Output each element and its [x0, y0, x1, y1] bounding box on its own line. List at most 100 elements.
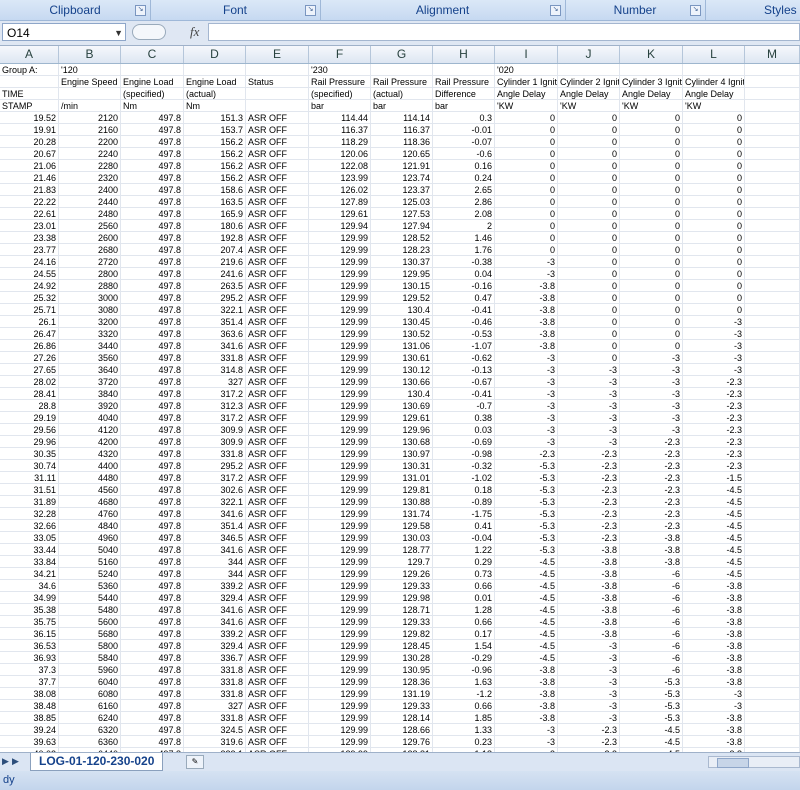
cell[interactable]: 4560 — [59, 484, 121, 496]
cell[interactable]: 'KW — [683, 100, 745, 112]
cell[interactable]: ASR OFF — [246, 496, 309, 508]
cell[interactable]: -6 — [620, 592, 683, 604]
cell[interactable]: 31.11 — [0, 472, 59, 484]
cell[interactable]: 128.45 — [371, 640, 433, 652]
cell[interactable]: ASR OFF — [246, 184, 309, 196]
cell[interactable]: -1.07 — [433, 340, 495, 352]
cell[interactable]: 129.99 — [309, 448, 371, 460]
cell[interactable]: 497.8 — [121, 352, 184, 364]
cell[interactable]: ASR OFF — [246, 628, 309, 640]
cell[interactable]: 20.67 — [0, 148, 59, 160]
cell[interactable]: -4.5 — [495, 604, 558, 616]
cell[interactable] — [745, 148, 800, 160]
column-header-h[interactable]: H — [433, 46, 495, 63]
cell[interactable] — [745, 616, 800, 628]
cell[interactable]: 497.8 — [121, 424, 184, 436]
cell[interactable] — [0, 76, 59, 88]
cell[interactable]: 317.2 — [184, 388, 246, 400]
cell[interactable] — [620, 64, 683, 76]
cell[interactable]: 129.99 — [309, 736, 371, 748]
cell[interactable]: ASR OFF — [246, 736, 309, 748]
cell[interactable]: 0.38 — [433, 412, 495, 424]
cell[interactable]: -3 — [558, 688, 620, 700]
cell[interactable]: 497.8 — [121, 616, 184, 628]
cell[interactable]: 130.4 — [371, 304, 433, 316]
cell[interactable]: -4.5 — [683, 556, 745, 568]
cell[interactable]: 0 — [558, 304, 620, 316]
cell[interactable]: 129.99 — [309, 484, 371, 496]
cell[interactable]: 0 — [683, 268, 745, 280]
cell[interactable]: -3.8 — [558, 604, 620, 616]
cell[interactable]: 23.38 — [0, 232, 59, 244]
cell[interactable]: 0 — [495, 136, 558, 148]
cell[interactable]: 329.4 — [184, 640, 246, 652]
cell[interactable]: 2160 — [59, 124, 121, 136]
cell[interactable]: -3 — [495, 352, 558, 364]
cell[interactable]: 497.8 — [121, 268, 184, 280]
cell[interactable]: -1.75 — [433, 508, 495, 520]
cell[interactable]: Difference — [433, 88, 495, 100]
cell[interactable] — [745, 688, 800, 700]
cell[interactable]: -3 — [495, 376, 558, 388]
cell[interactable]: '230 — [309, 64, 371, 76]
cell[interactable]: 497.8 — [121, 196, 184, 208]
cell[interactable]: ASR OFF — [246, 676, 309, 688]
cell[interactable]: 29.19 — [0, 412, 59, 424]
cell[interactable]: 1.28 — [433, 604, 495, 616]
cell[interactable]: 324.5 — [184, 724, 246, 736]
cell[interactable]: 129.99 — [309, 520, 371, 532]
cell[interactable]: ASR OFF — [246, 640, 309, 652]
cell[interactable]: -3.8 — [558, 556, 620, 568]
cell[interactable]: -4.5 — [683, 544, 745, 556]
cell[interactable]: 0.18 — [433, 484, 495, 496]
cell[interactable] — [745, 436, 800, 448]
worksheet-grid[interactable]: Group A: '120'230'020 Engine Speed Engine L… — [0, 64, 800, 752]
column-header-g[interactable]: G — [371, 46, 433, 63]
cell[interactable]: 0 — [495, 124, 558, 136]
cell[interactable]: -3.8 — [683, 580, 745, 592]
cell[interactable]: ASR OFF — [246, 352, 309, 364]
cell[interactable]: -4.5 — [683, 520, 745, 532]
cell[interactable]: 0 — [620, 220, 683, 232]
cell[interactable]: -0.67 — [433, 376, 495, 388]
cell[interactable]: 153.7 — [184, 124, 246, 136]
cell[interactable]: 0 — [558, 340, 620, 352]
cell[interactable]: 28.8 — [0, 400, 59, 412]
cell[interactable]: 3200 — [59, 316, 121, 328]
cell[interactable]: 2400 — [59, 184, 121, 196]
cell[interactable]: 156.2 — [184, 148, 246, 160]
cell[interactable]: -5.3 — [495, 484, 558, 496]
cell[interactable]: Cylinder 4 Ignition — [683, 76, 745, 88]
cell[interactable]: 0 — [620, 232, 683, 244]
cell[interactable]: -4.5 — [495, 628, 558, 640]
cell[interactable]: -3.8 — [683, 652, 745, 664]
cell[interactable]: 34.6 — [0, 580, 59, 592]
cell[interactable]: -4.5 — [495, 556, 558, 568]
cell[interactable]: -1.2 — [433, 688, 495, 700]
cell[interactable]: -3 — [558, 712, 620, 724]
cell[interactable]: Engine Speed — [59, 76, 121, 88]
cell[interactable]: 128.52 — [371, 232, 433, 244]
cell[interactable]: 33.84 — [0, 556, 59, 568]
cell[interactable]: 128.14 — [371, 712, 433, 724]
cell[interactable]: ASR OFF — [246, 472, 309, 484]
cell[interactable]: -3 — [683, 688, 745, 700]
cell[interactable]: 0 — [620, 136, 683, 148]
cell[interactable]: -3.8 — [558, 628, 620, 640]
cell[interactable]: -2.3 — [683, 448, 745, 460]
cell[interactable]: -1.5 — [683, 472, 745, 484]
cell[interactable]: Angle Delay — [495, 88, 558, 100]
cell[interactable]: 0 — [683, 112, 745, 124]
cell[interactable]: 2480 — [59, 208, 121, 220]
cell[interactable]: 129.99 — [309, 412, 371, 424]
cell[interactable]: -3 — [683, 340, 745, 352]
cell[interactable]: 192.8 — [184, 232, 246, 244]
cell[interactable]: -6 — [620, 604, 683, 616]
cell[interactable]: 2.86 — [433, 196, 495, 208]
cell[interactable]: -3.8 — [683, 604, 745, 616]
cell[interactable]: 497.8 — [121, 736, 184, 748]
cell[interactable]: 0 — [620, 196, 683, 208]
cell[interactable]: 0 — [620, 316, 683, 328]
cell[interactable]: 30.74 — [0, 460, 59, 472]
cell[interactable]: 0 — [495, 232, 558, 244]
